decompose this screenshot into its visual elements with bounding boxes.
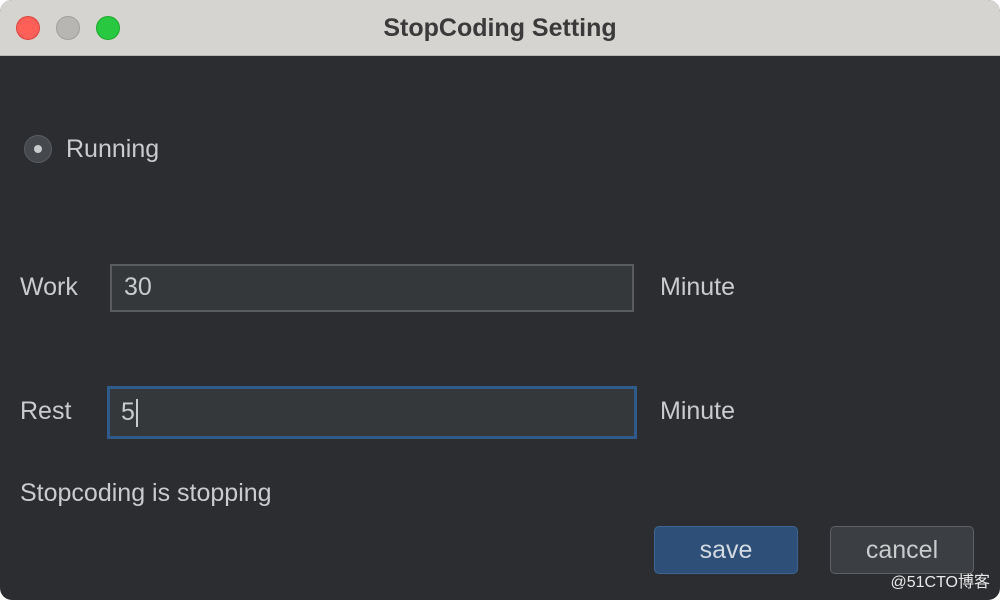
running-radio-label: Running	[66, 134, 160, 163]
rest-minutes-value: 5	[121, 398, 135, 426]
work-minutes-input[interactable]: 30	[110, 264, 634, 312]
text-caret	[135, 399, 138, 428]
rest-label: Rest	[20, 397, 72, 425]
settings-window: StopCoding Setting Running Work 30 Minut…	[0, 0, 1000, 600]
rest-minutes-input[interactable]: 5	[107, 386, 637, 439]
work-minutes-value: 30	[124, 273, 152, 301]
work-label: Work	[20, 273, 78, 301]
rest-unit-label: Minute	[660, 397, 736, 425]
watermark-text: @51CTO博客	[890, 574, 990, 591]
title-bar: StopCoding Setting	[0, 0, 1000, 56]
window-title: StopCoding Setting	[383, 14, 617, 42]
work-unit-label: Minute	[660, 273, 736, 301]
save-button[interactable]: save	[654, 526, 798, 574]
running-radio-button[interactable]	[24, 135, 52, 163]
running-radio-option[interactable]: Running	[24, 133, 159, 165]
status-text: Stopcoding is stopping	[20, 479, 272, 507]
radio-selected-dot	[34, 145, 42, 153]
cancel-button[interactable]: cancel	[830, 526, 974, 574]
